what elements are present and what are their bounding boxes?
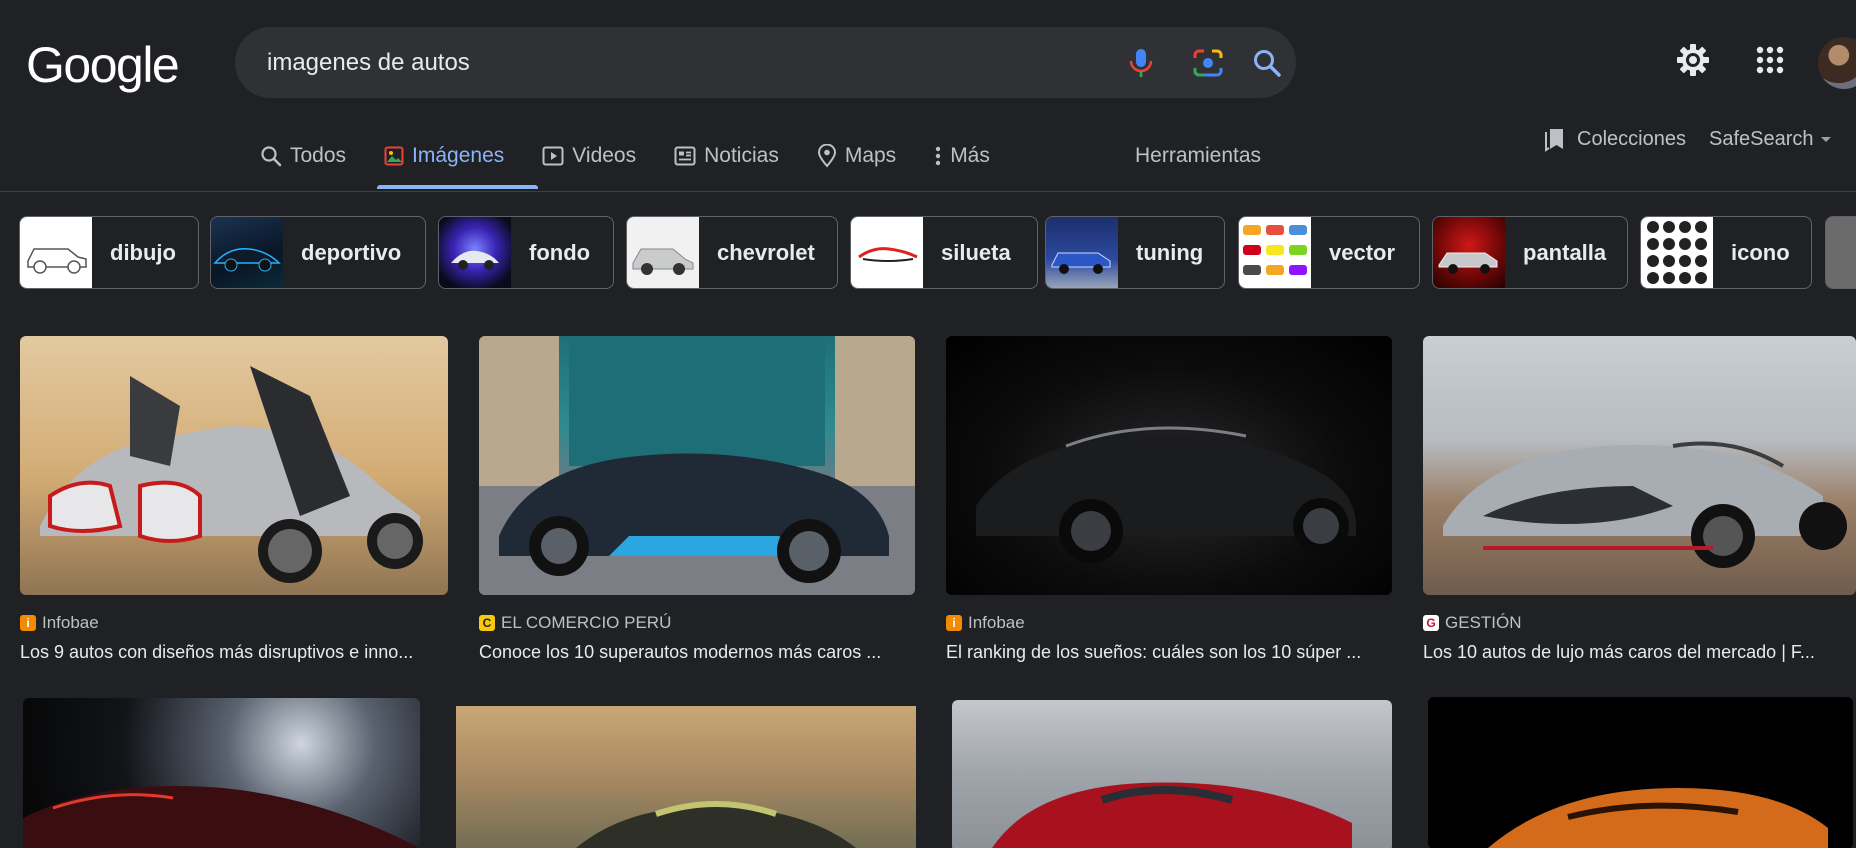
lens-icon[interactable] bbox=[1190, 45, 1226, 81]
el-comercio-favicon-icon: C bbox=[479, 615, 495, 631]
result-image[interactable] bbox=[1428, 697, 1853, 848]
play-icon bbox=[542, 146, 564, 166]
chip-vector[interactable]: vector bbox=[1238, 216, 1420, 289]
chip-thumbnail bbox=[1641, 217, 1713, 288]
chip-thumbnail bbox=[211, 217, 283, 288]
tab-mas[interactable]: Más bbox=[934, 138, 990, 174]
search-tabs: Todos Imágenes Videos Noticias Maps Más bbox=[260, 138, 1028, 188]
search-input[interactable]: imagenes de autos bbox=[267, 49, 470, 77]
tab-noticias[interactable]: Noticias bbox=[674, 138, 779, 174]
chip-pantalla[interactable]: pantalla bbox=[1432, 216, 1628, 289]
mic-icon[interactable] bbox=[1123, 45, 1159, 81]
chip-thumbnail bbox=[20, 217, 92, 288]
source-name: EL COMERCIO PERÚ bbox=[501, 613, 672, 632]
chip-thumbnail bbox=[439, 217, 511, 288]
result-source[interactable]: G GESTIÓN bbox=[1423, 613, 1522, 633]
chip-more[interactable] bbox=[1825, 216, 1856, 289]
result-image[interactable] bbox=[1423, 336, 1856, 595]
chip-label: dibujo bbox=[110, 239, 176, 265]
chip-label: chevrolet bbox=[717, 239, 815, 265]
tab-label: Todos bbox=[290, 144, 347, 167]
chip-thumbnail bbox=[1826, 217, 1856, 288]
result-source[interactable]: i Infobae bbox=[946, 613, 1025, 633]
search-icon[interactable] bbox=[1249, 45, 1285, 81]
chip-label: pantalla bbox=[1523, 239, 1607, 265]
dropdown-arrow-icon bbox=[1820, 136, 1831, 142]
tab-label: Más bbox=[950, 144, 990, 167]
result-source[interactable]: i Infobae bbox=[20, 613, 99, 633]
map-pin-icon bbox=[817, 144, 836, 168]
more-vertical-icon bbox=[935, 146, 941, 166]
result-title[interactable]: Los 10 autos de lujo más caros del merca… bbox=[1423, 642, 1856, 663]
news-icon bbox=[674, 146, 696, 166]
infobae-favicon-icon: i bbox=[20, 615, 36, 631]
chip-thumbnail bbox=[1046, 217, 1118, 288]
search-box[interactable]: imagenes de autos bbox=[235, 27, 1296, 98]
chip-deportivo[interactable]: deportivo bbox=[210, 216, 426, 289]
source-name: GESTIÓN bbox=[1445, 613, 1522, 632]
chip-thumbnail bbox=[1433, 217, 1505, 288]
chip-thumbnail bbox=[1239, 217, 1311, 288]
infobae-favicon-icon: i bbox=[946, 615, 962, 631]
result-title[interactable]: Conoce los 10 superautos modernos más ca… bbox=[479, 642, 915, 663]
chip-tuning[interactable]: tuning bbox=[1045, 216, 1225, 289]
tab-label: Imágenes bbox=[412, 144, 505, 167]
result-image[interactable] bbox=[479, 336, 915, 595]
avatar[interactable] bbox=[1818, 37, 1856, 89]
tab-imagenes[interactable]: Imágenes bbox=[384, 138, 504, 174]
chip-thumbnail bbox=[627, 217, 699, 288]
result-image[interactable] bbox=[456, 706, 916, 848]
chip-fondo[interactable]: fondo bbox=[438, 216, 614, 289]
result-image[interactable] bbox=[946, 336, 1392, 595]
google-logo[interactable]: Google bbox=[26, 36, 180, 94]
search-icon bbox=[261, 146, 282, 167]
result-title[interactable]: Los 9 autos con diseños más disruptivos … bbox=[20, 642, 448, 663]
safesearch-button[interactable]: SafeSearch bbox=[1709, 128, 1832, 151]
gestion-favicon-icon: G bbox=[1423, 615, 1439, 631]
header-divider bbox=[0, 191, 1856, 192]
tools-button[interactable]: Herramientas bbox=[1135, 144, 1261, 168]
tab-todos[interactable]: Todos bbox=[260, 138, 346, 174]
active-tab-indicator bbox=[377, 185, 538, 189]
result-source[interactable]: C EL COMERCIO PERÚ bbox=[479, 613, 671, 633]
chip-label: tuning bbox=[1136, 239, 1204, 265]
tab-videos[interactable]: Videos bbox=[542, 138, 636, 174]
result-title[interactable]: El ranking de los sueños: cuáles son los… bbox=[946, 642, 1392, 663]
apps-icon[interactable] bbox=[1750, 40, 1790, 80]
source-name: Infobae bbox=[42, 613, 99, 632]
chip-thumbnail bbox=[851, 217, 923, 288]
chip-label: silueta bbox=[941, 239, 1011, 265]
chip-icono[interactable]: icono bbox=[1640, 216, 1812, 289]
tab-maps[interactable]: Maps bbox=[817, 138, 896, 174]
tab-label: Maps bbox=[844, 144, 897, 167]
result-image[interactable] bbox=[23, 698, 420, 848]
settings-icon[interactable] bbox=[1673, 40, 1713, 80]
chip-chevrolet[interactable]: chevrolet bbox=[626, 216, 838, 289]
collections-button[interactable]: Colecciones bbox=[1543, 126, 1686, 152]
tab-label: Noticias bbox=[704, 144, 779, 167]
tab-label: Videos bbox=[572, 144, 637, 167]
chip-dibujo[interactable]: dibujo bbox=[19, 216, 199, 289]
chip-label: icono bbox=[1731, 239, 1790, 265]
bookmark-icon bbox=[1545, 129, 1563, 152]
source-name: Infobae bbox=[968, 613, 1025, 632]
result-image[interactable] bbox=[952, 700, 1392, 848]
safesearch-label: SafeSearch bbox=[1709, 128, 1814, 150]
chip-label: fondo bbox=[529, 239, 591, 265]
chip-label: vector bbox=[1329, 239, 1396, 265]
result-image[interactable] bbox=[20, 336, 448, 595]
collections-label: Colecciones bbox=[1577, 127, 1686, 150]
chip-label: deportivo bbox=[301, 239, 402, 265]
image-icon bbox=[384, 146, 404, 166]
chip-silueta[interactable]: silueta bbox=[850, 216, 1038, 289]
